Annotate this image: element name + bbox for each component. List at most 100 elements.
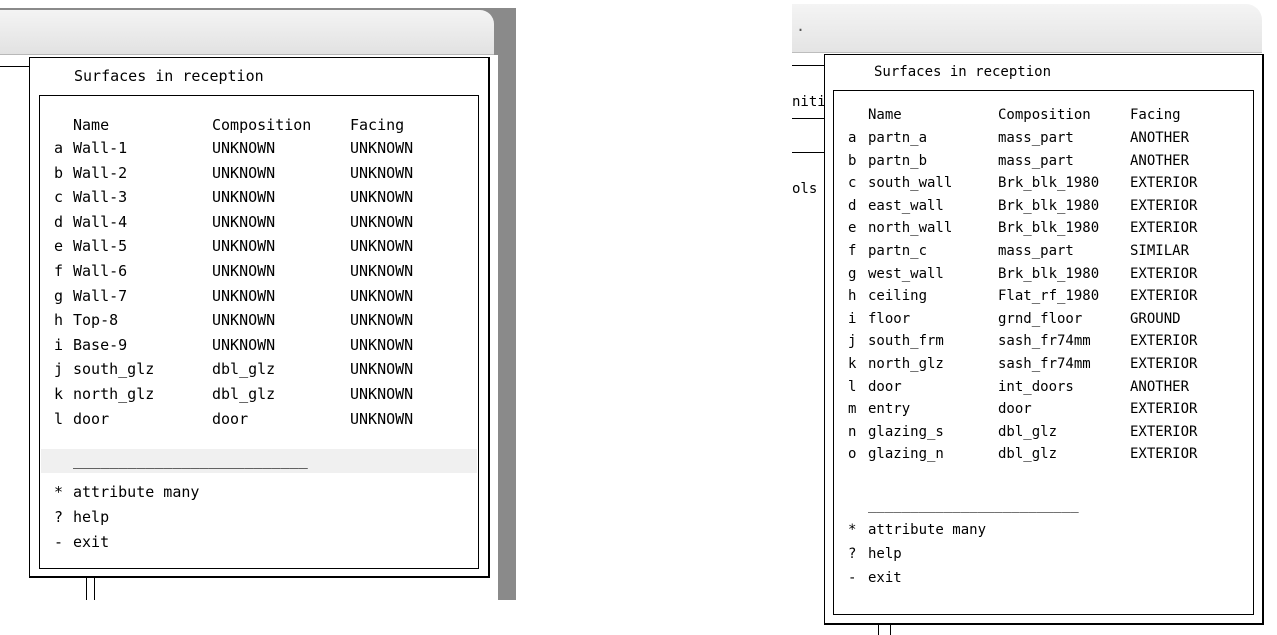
row-key: f <box>848 243 857 259</box>
menu-option[interactable]: ? help <box>40 505 478 529</box>
list-item[interactable]: m entry door EXTERIOR <box>834 397 1253 421</box>
row-facing: EXTERIOR <box>1130 446 1198 463</box>
row-composition: Flat_rf_1980 <box>998 288 1100 305</box>
list-item[interactable]: i Base-9 UNKNOWN UNKNOWN <box>40 333 478 357</box>
row-name: partn_b <box>868 152 928 169</box>
list-item[interactable]: g west_wall Brk_blk_1980 EXTERIOR <box>834 262 1253 286</box>
right-header-facing: Facing <box>1130 107 1181 123</box>
row-composition: UNKNOWN <box>212 139 276 157</box>
list-item[interactable]: e north_wall Brk_blk_1980 EXTERIOR <box>834 216 1253 240</box>
row-key: d <box>54 212 64 231</box>
list-item[interactable]: c south_wall Brk_blk_1980 EXTERIOR <box>834 171 1253 195</box>
menu-option[interactable]: ? help <box>834 542 1253 566</box>
row-key: m <box>848 401 857 418</box>
left-header-name: Name <box>73 116 110 134</box>
row-facing: EXTERIOR <box>1130 288 1198 305</box>
row-composition: door <box>212 409 249 428</box>
row-composition: UNKNOWN <box>212 237 276 256</box>
row-composition: mass_part <box>998 152 1074 169</box>
option-label: exit <box>73 533 110 551</box>
row-name: Wall-6 <box>73 262 128 280</box>
list-item[interactable]: h ceiling Flat_rf_1980 EXTERIOR <box>834 284 1253 308</box>
list-item[interactable]: k north_glz sash_fr74mm EXTERIOR <box>834 352 1253 376</box>
option-label: exit <box>868 570 902 586</box>
row-composition: dbl_glz <box>212 360 276 379</box>
menu-option[interactable]: - exit <box>40 530 478 554</box>
row-key: h <box>848 288 857 305</box>
row-name: east_wall <box>868 197 944 214</box>
row-composition: int_doors <box>998 378 1074 395</box>
row-composition: UNKNOWN <box>212 335 276 354</box>
left-dialog-title: Surfaces in reception <box>74 67 264 85</box>
option-label: attribute many <box>868 522 987 538</box>
list-item[interactable]: a Wall-1 UNKNOWN UNKNOWN <box>40 136 478 160</box>
list-item[interactable]: f partn_c mass_part SIMILAR <box>834 239 1253 263</box>
list-item[interactable]: l door int_doors ANOTHER <box>834 375 1253 399</box>
list-item[interactable]: b Wall-2 UNKNOWN UNKNOWN <box>40 161 478 185</box>
right-dialog-title: Surfaces in reception <box>874 64 1052 80</box>
list-item[interactable]: j south_frm sash_fr74mm EXTERIOR <box>834 329 1253 353</box>
row-name: partn_c <box>868 243 928 259</box>
list-item[interactable]: l door door UNKNOWN <box>40 407 478 431</box>
row-composition: UNKNOWN <box>212 311 276 330</box>
right-bg-line3 <box>792 65 824 66</box>
list-item[interactable]: e Wall-5 UNKNOWN UNKNOWN <box>40 234 478 258</box>
left-bg-line <box>0 66 30 67</box>
menu-option[interactable]: - exit <box>834 566 1253 590</box>
row-key: l <box>54 409 64 428</box>
left-dialog: Surfaces in reception Name Composition F… <box>29 57 490 578</box>
row-name: north_glz <box>868 356 944 372</box>
left-list-box: Name Composition Facing a Wall-1 UNKNOWN UN… <box>39 95 479 569</box>
row-key: e <box>848 220 857 237</box>
row-key: h <box>54 311 64 330</box>
row-key: k <box>848 356 857 372</box>
row-name: Wall-5 <box>73 237 128 256</box>
option-key: ? <box>848 546 857 562</box>
list-item[interactable]: n glazing_s dbl_glz EXTERIOR <box>834 420 1253 444</box>
left-separator: __________________________ <box>73 451 308 469</box>
row-name: Wall-1 <box>73 139 128 157</box>
row-facing: ANOTHER <box>1130 152 1190 169</box>
row-name: north_glz <box>73 385 155 403</box>
row-facing: EXTERIOR <box>1130 423 1198 440</box>
right-bg-line2 <box>792 152 824 153</box>
row-key: j <box>54 360 64 379</box>
row-key: i <box>54 335 64 354</box>
list-item[interactable]: d Wall-4 UNKNOWN UNKNOWN <box>40 210 478 234</box>
menu-option[interactable]: * attribute many <box>834 518 1253 542</box>
right-bg-line1 <box>792 118 824 119</box>
row-name: north_wall <box>868 220 953 237</box>
list-item[interactable]: h Top-8 UNKNOWN UNKNOWN <box>40 308 478 332</box>
list-item[interactable]: c Wall-3 UNKNOWN UNKNOWN <box>40 185 478 209</box>
menu-option[interactable]: * attribute many <box>40 480 478 504</box>
row-facing: ANOTHER <box>1130 378 1190 395</box>
row-key: g <box>848 265 857 282</box>
list-item[interactable]: g Wall-7 UNKNOWN UNKNOWN <box>40 284 478 308</box>
row-facing: UNKNOWN <box>350 286 414 305</box>
row-composition: Brk_blk_1980 <box>998 220 1100 237</box>
option-key: - <box>848 570 857 586</box>
left-bg-vline <box>86 578 87 600</box>
list-item[interactable]: o glazing_n dbl_glz EXTERIOR <box>834 442 1253 466</box>
row-facing: EXTERIOR <box>1130 265 1198 282</box>
list-item[interactable]: a partn_a mass_part ANOTHER <box>834 126 1253 150</box>
list-item[interactable]: k north_glz dbl_glz UNKNOWN <box>40 382 478 406</box>
list-item[interactable]: d east_wall Brk_blk_1980 EXTERIOR <box>834 194 1253 218</box>
left-list-header: Name Composition Facing <box>40 113 478 137</box>
row-name: south_wall <box>868 175 953 192</box>
list-item[interactable]: i floor grnd_floor GROUND <box>834 307 1253 331</box>
right-header-composition: Composition <box>998 107 1091 123</box>
list-item[interactable]: b partn_b mass_part ANOTHER <box>834 149 1253 173</box>
option-key: * <box>848 522 857 538</box>
list-item[interactable]: j south_glz dbl_glz UNKNOWN <box>40 357 478 381</box>
row-composition: mass_part <box>998 243 1074 259</box>
list-item[interactable]: f Wall-6 UNKNOWN UNKNOWN <box>40 259 478 283</box>
row-composition: dbl_glz <box>212 385 276 403</box>
row-name: entry <box>868 401 911 418</box>
right-window-titlebar <box>792 4 1262 53</box>
row-composition: UNKNOWN <box>212 212 276 231</box>
row-composition: door <box>998 401 1032 418</box>
row-name: door <box>73 409 110 428</box>
row-facing: UNKNOWN <box>350 311 414 330</box>
left-header-facing: Facing <box>350 116 405 134</box>
